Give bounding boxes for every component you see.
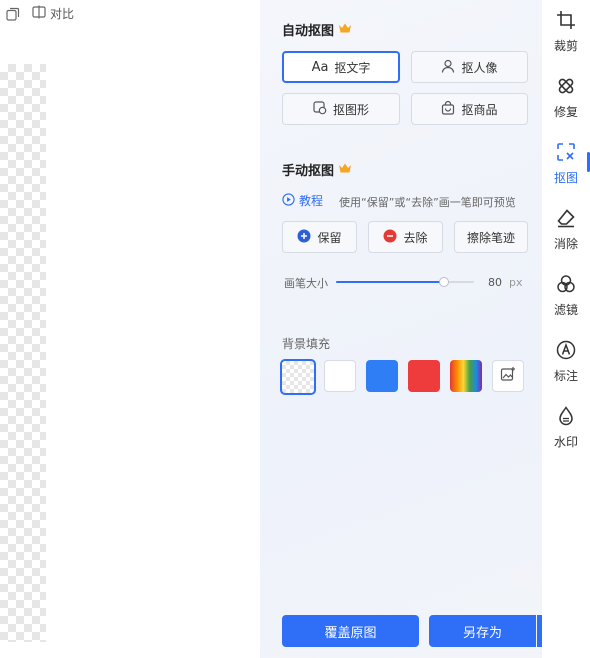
brush-size-value: 80 <box>488 276 502 289</box>
shape-icon <box>313 100 327 118</box>
erase-strokes-label: 擦除笔迹 <box>466 230 515 245</box>
canvas-transparent-preview <box>0 64 46 642</box>
slider-thumb[interactable] <box>438 277 449 287</box>
remove-label: 去除 <box>403 230 428 245</box>
tool-cutout[interactable]: 抠图 <box>542 142 590 186</box>
annotate-icon <box>556 340 576 363</box>
minus-circle-icon <box>383 229 397 246</box>
tool-eliminate[interactable]: 消除 <box>542 208 590 252</box>
filter-icon <box>556 274 576 297</box>
tool-watermark-label: 水印 <box>553 435 578 449</box>
cutout-text-label: 抠文字 <box>334 60 371 75</box>
copy-icon[interactable] <box>6 6 20 21</box>
manual-cutout-hint: 使用“保留”或“去除”画一笔即可预览 <box>339 196 516 209</box>
tool-crop[interactable]: 裁剪 <box>542 10 590 54</box>
manual-cutout-title: 手动抠图 <box>282 160 352 179</box>
cutout-text-button[interactable]: Aa 抠文字 <box>282 51 400 83</box>
tutorial-label: 教程 <box>299 194 324 208</box>
tool-crop-label: 裁剪 <box>553 39 578 53</box>
cutout-shape-button[interactable]: 抠图形 <box>282 93 400 125</box>
auto-cutout-title-text: 自动抠图 <box>282 24 335 39</box>
brush-size-slider[interactable] <box>336 275 474 289</box>
brush-size-unit: px <box>509 276 523 289</box>
keep-label: 保留 <box>317 230 342 245</box>
tool-cutout-label: 抠图 <box>553 171 578 185</box>
eraser-icon <box>556 208 576 231</box>
cutout-portrait-button[interactable]: 抠人像 <box>411 51 528 83</box>
swatch-custom-image[interactable] <box>492 360 524 392</box>
shopping-bag-icon <box>441 100 455 118</box>
compare-icon <box>32 5 46 22</box>
tool-eliminate-label: 消除 <box>553 237 578 251</box>
crown-icon <box>338 22 352 37</box>
compare-button[interactable]: 对比 <box>32 5 74 22</box>
text-aa-icon: Aa <box>311 59 329 75</box>
play-circle-icon <box>282 192 295 209</box>
tool-sidebar: 裁剪 修复 抠图 消除 滤镜 标注 水印 <box>542 0 590 658</box>
watermark-icon <box>556 406 576 429</box>
crown-icon <box>338 162 352 177</box>
save-as-button[interactable]: 另存为 <box>429 615 536 647</box>
auto-cutout-title: 自动抠图 <box>282 20 352 39</box>
keep-button[interactable]: 保留 <box>282 221 357 253</box>
slider-fill <box>336 281 444 283</box>
swatch-white[interactable] <box>324 360 356 392</box>
cutout-product-button[interactable]: 抠商品 <box>411 93 528 125</box>
image-upload-icon <box>500 366 516 386</box>
crop-icon <box>556 10 576 33</box>
swatch-rainbow[interactable] <box>450 360 482 392</box>
cutout-icon <box>556 142 576 165</box>
swatch-blue[interactable] <box>366 360 398 392</box>
bandage-icon <box>556 76 576 99</box>
cutout-product-label: 抠商品 <box>461 102 498 117</box>
tool-annotate[interactable]: 标注 <box>542 340 590 384</box>
tool-annotate-label: 标注 <box>553 369 578 383</box>
plus-circle-icon <box>297 229 311 246</box>
erase-strokes-button[interactable]: 擦除笔迹 <box>454 221 528 253</box>
remove-button[interactable]: 去除 <box>368 221 443 253</box>
compare-label: 对比 <box>50 7 75 21</box>
tool-repair-label: 修复 <box>553 105 578 119</box>
tutorial-link[interactable]: 教程 <box>282 192 323 209</box>
cutout-settings-panel: 自动抠图 Aa 抠文字 抠人像 抠图形 抠商品 手动抠图 教程 使用“保留”或“… <box>260 0 566 658</box>
cutout-portrait-label: 抠人像 <box>461 60 498 75</box>
cutout-shape-label: 抠图形 <box>332 102 369 117</box>
background-fill-title: 背景填充 <box>282 337 331 351</box>
swatch-red[interactable] <box>408 360 440 392</box>
tool-filter-label: 滤镜 <box>553 303 578 317</box>
manual-cutout-title-text: 手动抠图 <box>282 164 335 179</box>
swatch-transparent[interactable] <box>280 359 316 395</box>
brush-size-label: 画笔大小 <box>284 277 328 290</box>
person-icon <box>441 59 455 76</box>
tool-watermark[interactable]: 水印 <box>542 406 590 450</box>
tool-repair[interactable]: 修复 <box>542 76 590 120</box>
tool-filter[interactable]: 滤镜 <box>542 274 590 318</box>
cover-original-button[interactable]: 覆盖原图 <box>282 615 419 647</box>
